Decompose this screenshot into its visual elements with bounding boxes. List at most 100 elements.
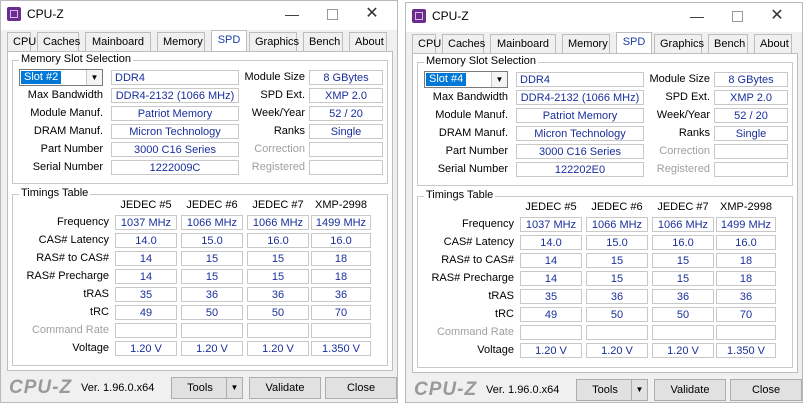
- timing-cell: 50: [586, 307, 648, 322]
- timing-cell: 1.20 V: [586, 343, 648, 358]
- tab-caches[interactable]: Caches: [442, 34, 485, 53]
- close-button[interactable]: Close: [730, 379, 802, 401]
- timing-cell: [311, 323, 371, 338]
- timing-row-label: tRC: [495, 308, 514, 320]
- week-year-value: 52 / 20: [714, 108, 788, 123]
- chevron-down-icon[interactable]: ▼: [226, 378, 242, 398]
- memory-slot-group-title: Memory Slot Selection: [424, 55, 539, 67]
- timing-cell: 1066 MHz: [586, 217, 648, 232]
- minimize-button[interactable]: —: [277, 4, 307, 24]
- tab-spd[interactable]: SPD: [616, 32, 652, 54]
- tab-bench[interactable]: Bench: [708, 34, 748, 53]
- tab-spd[interactable]: SPD: [211, 30, 247, 52]
- close-window-button[interactable]: ✕: [762, 6, 792, 26]
- module-manuf-label: Module Manuf.: [435, 109, 508, 121]
- timing-row-label: Frequency: [462, 218, 514, 230]
- timing-cell: 1066 MHz: [652, 217, 714, 232]
- tab-mainboard[interactable]: Mainboard: [85, 32, 151, 51]
- tools-button-label: Tools: [187, 382, 213, 394]
- maximize-button[interactable]: [722, 6, 752, 26]
- validate-button[interactable]: Validate: [249, 377, 321, 399]
- timing-column-header: XMP-2998: [315, 199, 367, 211]
- timing-cell: 1499 MHz: [716, 217, 776, 232]
- timing-cell: 14.0: [520, 235, 582, 250]
- ranks-value: Single: [309, 124, 383, 139]
- correction-label: Correction: [254, 143, 305, 155]
- spd-ext-label: SPD Ext.: [665, 91, 710, 103]
- timing-cell: 1037 MHz: [520, 217, 582, 232]
- timing-cell: 50: [247, 305, 309, 320]
- module-manuf-value: Patriot Memory: [111, 106, 239, 121]
- timing-cell: 1499 MHz: [311, 215, 371, 230]
- timings-group: Timings Table JEDEC #5 JEDEC #6 JEDEC #7 XMP…: [12, 187, 388, 366]
- registered-label: Registered: [251, 161, 305, 173]
- tab-memory[interactable]: Memory: [562, 34, 610, 53]
- title-bar: CPU-Z — ✕: [406, 3, 802, 32]
- tab-graphics[interactable]: Graphics: [249, 32, 299, 51]
- chevron-down-icon: ▼: [86, 70, 102, 85]
- part-number-value: 3000 C16 Series: [516, 144, 644, 159]
- tab-cpu[interactable]: CPU: [412, 34, 441, 53]
- registered-value: [714, 162, 788, 177]
- timing-cell: 36: [311, 287, 371, 302]
- close-window-button[interactable]: ✕: [357, 4, 387, 24]
- timing-cell: 1066 MHz: [181, 215, 243, 230]
- timing-cell: 49: [520, 307, 582, 322]
- module-size-label: Module Size: [244, 71, 305, 83]
- timing-column-header: JEDEC #6: [591, 201, 643, 213]
- serial-number-value: 1222009C: [111, 160, 239, 175]
- tab-cpu[interactable]: CPU: [7, 32, 36, 51]
- timing-cell: 1.20 V: [652, 343, 714, 358]
- registered-label: Registered: [656, 163, 710, 175]
- part-number-label: Part Number: [40, 143, 103, 155]
- tab-bench[interactable]: Bench: [303, 32, 343, 51]
- timing-cell: 15: [652, 253, 714, 268]
- correction-value: [309, 142, 383, 157]
- tab-about[interactable]: About: [754, 34, 792, 53]
- ranks-label: Ranks: [273, 125, 305, 137]
- timing-cell: 15: [181, 269, 243, 284]
- timing-cell: 18: [716, 271, 776, 286]
- maximize-icon: [731, 11, 743, 22]
- timing-cell: 36: [181, 287, 243, 302]
- spd-ext-value: XMP 2.0: [714, 90, 788, 105]
- minimize-button[interactable]: —: [682, 6, 712, 26]
- timing-cell: 18: [716, 253, 776, 268]
- timing-row-label: CAS# Latency: [443, 236, 514, 248]
- tab-memory[interactable]: Memory: [157, 32, 205, 51]
- tools-button[interactable]: Tools ▼: [171, 377, 243, 399]
- slot-dropdown[interactable]: Slot #4 ▼: [424, 71, 508, 88]
- tab-mainboard[interactable]: Mainboard: [490, 34, 556, 53]
- timing-row-label: Frequency: [57, 216, 109, 228]
- timing-row-label: Voltage: [72, 342, 109, 354]
- timing-cell: 15: [247, 251, 309, 266]
- timing-row-label: RAS# to CAS#: [441, 254, 514, 266]
- tools-button[interactable]: Tools ▼: [576, 379, 648, 401]
- timing-cell: 36: [586, 289, 648, 304]
- max-bandwidth-label: Max Bandwidth: [27, 89, 103, 101]
- timing-cell: 15: [181, 251, 243, 266]
- week-year-value: 52 / 20: [309, 106, 383, 121]
- maximize-button[interactable]: [317, 4, 347, 24]
- tab-caches[interactable]: Caches: [37, 32, 80, 51]
- correction-value: [714, 144, 788, 159]
- tab-graphics[interactable]: Graphics: [654, 34, 704, 53]
- version-label: Ver. 1.96.0.x64: [81, 382, 155, 394]
- timing-cell: 50: [652, 307, 714, 322]
- close-button[interactable]: Close: [325, 377, 397, 399]
- tab-about[interactable]: About: [349, 32, 387, 51]
- slot-dropdown[interactable]: Slot #2 ▼: [19, 69, 103, 86]
- cpuz-app-icon: [7, 7, 21, 21]
- timing-cell: 1066 MHz: [247, 215, 309, 230]
- timing-row-label: RAS# to CAS#: [36, 252, 109, 264]
- module-size-value: 8 GBytes: [309, 70, 383, 85]
- timing-cell: 15: [247, 269, 309, 284]
- max-bandwidth-label: Max Bandwidth: [432, 91, 508, 103]
- timing-cell: 36: [716, 289, 776, 304]
- timing-cell: 1.20 V: [115, 341, 177, 356]
- timing-cell: 1.20 V: [181, 341, 243, 356]
- validate-button[interactable]: Validate: [654, 379, 726, 401]
- chevron-down-icon[interactable]: ▼: [631, 380, 647, 400]
- timing-row-label: RAS# Precharge: [431, 272, 514, 284]
- memory-slot-group: Memory Slot Selection Slot #2 ▼ DDR4 Max Ban…: [12, 53, 388, 184]
